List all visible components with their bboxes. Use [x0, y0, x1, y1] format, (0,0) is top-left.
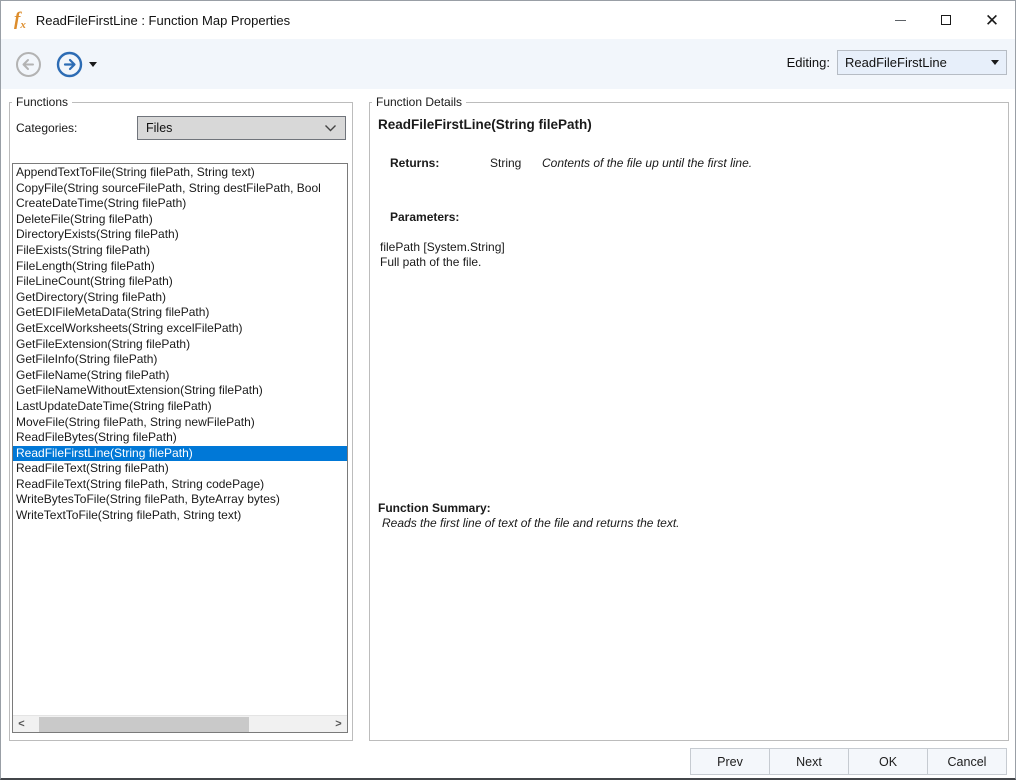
- functions-panel-title: Functions: [16, 95, 69, 109]
- returns-type: String: [490, 156, 522, 170]
- list-item[interactable]: GetFileNameWithoutExtension(String fileP…: [13, 383, 347, 399]
- functions-panel: Functions Categories: Files AppendTextTo…: [9, 95, 353, 741]
- list-item[interactable]: ReadFileText(String filePath, String cod…: [13, 477, 347, 493]
- maximize-button[interactable]: [923, 1, 969, 39]
- function-list: AppendTextToFile(String filePath, String…: [13, 164, 347, 715]
- function-summary-label: Function Summary:: [378, 501, 491, 515]
- list-item[interactable]: LastUpdateDateTime(String filePath): [13, 399, 347, 415]
- list-item[interactable]: GetFileName(String filePath): [13, 368, 347, 384]
- footer-button-bar: Prev Next OK Cancel: [690, 748, 1007, 775]
- forward-button[interactable]: [56, 51, 83, 78]
- function-signature: ReadFileFirstLine(String filePath): [378, 117, 592, 132]
- prev-button[interactable]: Prev: [690, 748, 770, 775]
- editing-dropdown-value: ReadFileFirstLine: [845, 55, 947, 70]
- chevron-down-icon: [991, 60, 999, 65]
- list-item[interactable]: FileLength(String filePath): [13, 259, 347, 275]
- list-item[interactable]: ReadFileFirstLine(String filePath): [13, 445, 347, 462]
- horizontal-scrollbar[interactable]: < >: [13, 715, 347, 732]
- list-item[interactable]: FileLineCount(String filePath): [13, 274, 347, 290]
- list-item[interactable]: GetEDIFileMetaData(String filePath): [13, 305, 347, 321]
- toolbar: Editing: ReadFileFirstLine: [1, 39, 1015, 89]
- next-button[interactable]: Next: [769, 748, 849, 775]
- list-item[interactable]: GetDirectory(String filePath): [13, 290, 347, 306]
- function-details-panel: Function Details ReadFileFirstLine(Strin…: [369, 95, 1009, 741]
- editing-label: Editing:: [786, 55, 830, 70]
- scroll-left-icon[interactable]: <: [13, 716, 30, 733]
- function-map-properties-dialog: fx ReadFileFirstLine : Function Map Prop…: [0, 0, 1016, 780]
- returns-description: Contents of the file up until the first …: [542, 156, 753, 170]
- list-item[interactable]: CreateDateTime(String filePath): [13, 196, 347, 212]
- close-icon: ✕: [984, 10, 1000, 30]
- ok-button[interactable]: OK: [848, 748, 928, 775]
- parameter-name: filePath [System.String]: [380, 240, 505, 254]
- categories-dropdown-value: Files: [146, 121, 173, 135]
- list-item[interactable]: DeleteFile(String filePath): [13, 212, 347, 228]
- forward-dropdown-caret-icon[interactable]: [89, 61, 97, 67]
- returns-label: Returns:: [390, 156, 440, 170]
- list-item[interactable]: GetFileInfo(String filePath): [13, 352, 347, 368]
- function-listbox: AppendTextToFile(String filePath, String…: [12, 163, 348, 733]
- list-item[interactable]: WriteTextToFile(String filePath, String …: [13, 508, 347, 524]
- editing-dropdown[interactable]: ReadFileFirstLine: [837, 50, 1007, 75]
- titlebar: fx ReadFileFirstLine : Function Map Prop…: [1, 1, 1015, 39]
- scrollbar-track[interactable]: [30, 716, 330, 733]
- back-button[interactable]: [15, 51, 42, 78]
- list-item[interactable]: WriteBytesToFile(String filePath, ByteAr…: [13, 492, 347, 508]
- chevron-down-icon: [325, 125, 336, 132]
- cancel-button[interactable]: Cancel: [927, 748, 1007, 775]
- list-item[interactable]: AppendTextToFile(String filePath, String…: [13, 165, 347, 181]
- list-item[interactable]: ReadFileBytes(String filePath): [13, 430, 347, 446]
- forward-arrow-icon: [56, 51, 83, 77]
- list-item[interactable]: GetExcelWorksheets(String excelFilePath): [13, 321, 347, 337]
- categories-label: Categories:: [16, 121, 78, 135]
- minimize-icon: [894, 19, 906, 21]
- list-item[interactable]: GetFileExtension(String filePath): [13, 337, 347, 353]
- back-arrow-icon: [16, 51, 41, 77]
- list-item[interactable]: DirectoryExists(String filePath): [13, 227, 347, 243]
- list-item[interactable]: ReadFileText(String filePath): [13, 461, 347, 477]
- fx-app-icon: fx: [14, 8, 26, 31]
- scrollbar-thumb[interactable]: [39, 716, 249, 732]
- close-button[interactable]: ✕: [969, 1, 1015, 39]
- scroll-right-icon[interactable]: >: [330, 716, 347, 733]
- categories-dropdown[interactable]: Files: [137, 116, 346, 140]
- list-item[interactable]: CopyFile(String sourceFilePath, String d…: [13, 181, 347, 197]
- parameters-label: Parameters:: [390, 210, 460, 224]
- list-item[interactable]: MoveFile(String filePath, String newFile…: [13, 415, 347, 431]
- parameter-description: Full path of the file.: [380, 255, 482, 269]
- function-details-title: Function Details: [376, 95, 463, 109]
- function-summary-text: Reads the first line of text of the file…: [382, 516, 680, 530]
- window-title: ReadFileFirstLine : Function Map Propert…: [35, 12, 291, 28]
- minimize-button[interactable]: [877, 1, 923, 39]
- maximize-icon: [941, 15, 951, 25]
- list-item[interactable]: FileExists(String filePath): [13, 243, 347, 259]
